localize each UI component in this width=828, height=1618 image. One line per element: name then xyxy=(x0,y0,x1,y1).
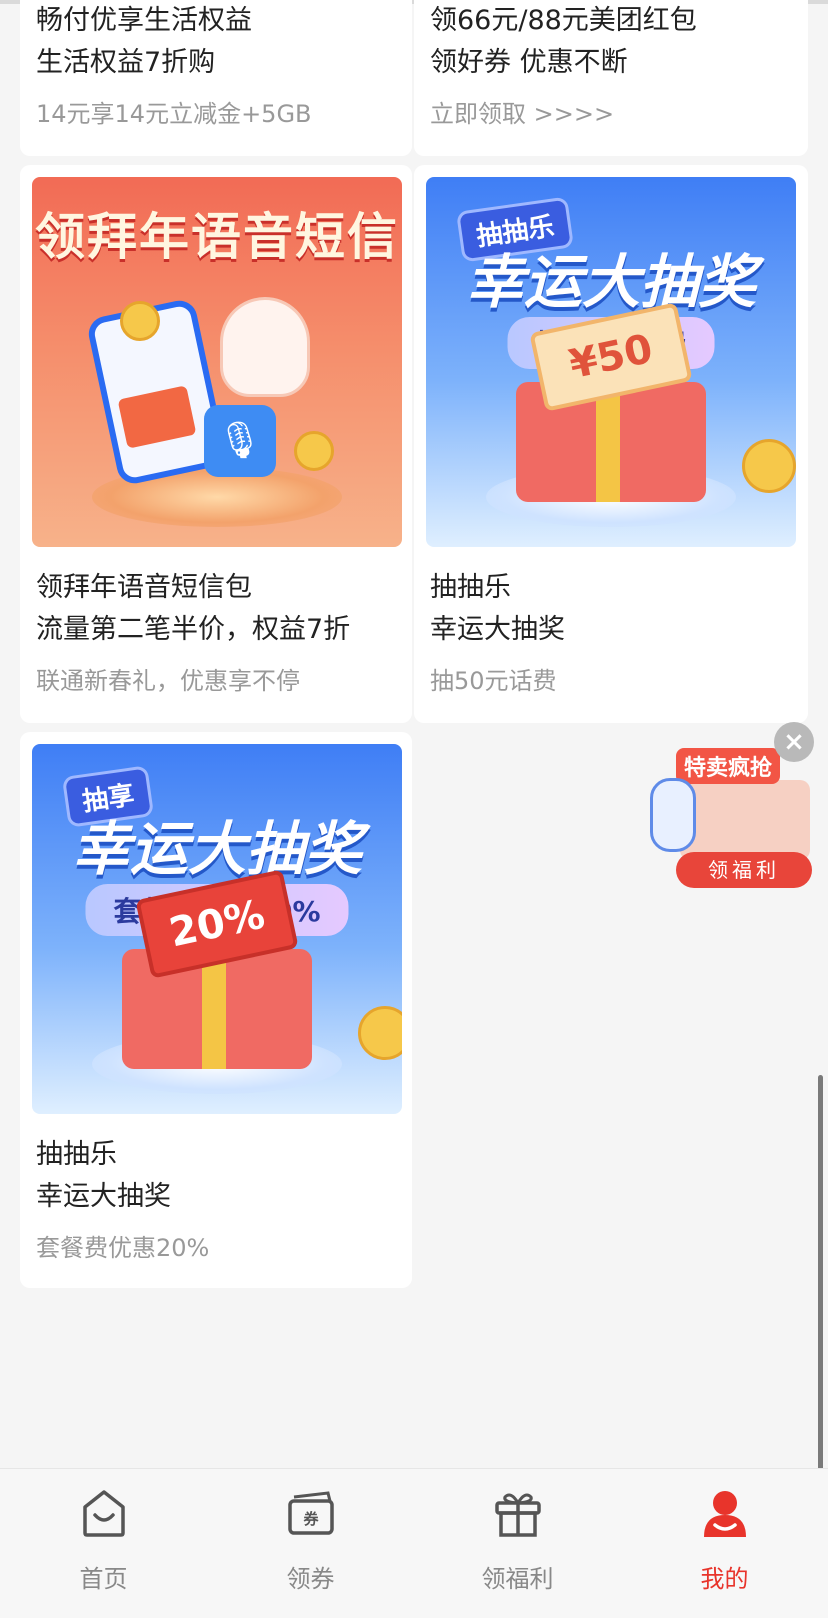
claim-benefit-button[interactable]: 领福利 xyxy=(676,852,812,888)
banner-headline: 幸运大抽奖 xyxy=(465,248,756,316)
tab-label: 我的 xyxy=(700,1565,749,1593)
promo-box-illustration xyxy=(680,780,810,860)
tab-home[interactable]: 首页 xyxy=(0,1487,207,1597)
tab-benefits[interactable]: 领福利 xyxy=(414,1487,621,1597)
benefit-card-meituan[interactable]: 领66元/88元美团红包 领好券 优惠不断 立即领取 >>>> xyxy=(414,0,808,156)
user-icon xyxy=(703,1491,746,1537)
tab-coupons[interactable]: 券 领券 xyxy=(207,1487,414,1597)
coupon-icon: 券 xyxy=(287,1491,334,1535)
floating-promo-ad[interactable]: 特卖疯抢 领福利 xyxy=(650,738,820,898)
card-subtitle: 领好券 优惠不断 xyxy=(430,47,628,78)
banner-image: 抽抽乐 幸运大抽奖 抽50元话费 ¥50 xyxy=(426,177,796,547)
banner-headline: 幸运大抽奖 xyxy=(71,815,362,883)
card-subtitle: 流量第二笔半价，权益7折 xyxy=(36,614,351,645)
card-subtitle: 幸运大抽奖 xyxy=(36,1181,171,1212)
coin-icon xyxy=(358,1006,402,1060)
microphone-icon: 🎙 xyxy=(204,405,276,477)
card-title: 领拜年语音短信包 xyxy=(36,572,252,603)
card-title: 领66元/88元美团红包 xyxy=(430,5,697,36)
tab-label: 领福利 xyxy=(481,1565,554,1593)
card-desc: 抽50元话费 xyxy=(430,667,557,695)
tab-label: 领券 xyxy=(286,1565,335,1593)
card-subtitle: 生活权益7折购 xyxy=(36,47,216,78)
card-desc: 联通新春礼，优惠享不停 xyxy=(36,667,300,695)
robot-mascot-icon xyxy=(650,778,696,852)
svg-text:券: 券 xyxy=(303,1510,319,1528)
card-subtitle: 幸运大抽奖 xyxy=(430,614,565,645)
banner-image: 抽享 幸运大抽奖 套餐费优惠20% 20% xyxy=(32,744,402,1114)
lottery-card-package-discount[interactable]: 抽享 幸运大抽奖 套餐费优惠20% 20% 抽抽乐 幸运大抽奖 套餐费优惠20% xyxy=(20,732,412,1288)
bottom-tab-bar: 首页 券 领券 领福利 我的 xyxy=(0,1468,828,1618)
close-icon[interactable]: × xyxy=(774,722,814,762)
home-icon xyxy=(82,1490,125,1537)
card-desc: 立即领取 >>>> xyxy=(430,100,615,128)
banner-image: 领拜年语音短信 🎙 xyxy=(32,177,402,547)
coin-icon xyxy=(120,301,160,341)
card-title: 畅付优享生活权益 xyxy=(36,5,252,36)
promo-label: 特卖疯抢 xyxy=(676,748,781,784)
lottery-card-phone-credit[interactable]: 抽抽乐 幸运大抽奖 抽50元话费 ¥50 抽抽乐 幸运大抽奖 抽50元话费 xyxy=(414,165,808,723)
mascot-illustration xyxy=(220,297,310,397)
card-title: 抽抽乐 xyxy=(430,572,511,603)
card-title: 抽抽乐 xyxy=(36,1139,117,1170)
tab-label: 首页 xyxy=(79,1565,128,1593)
coin-icon xyxy=(742,439,796,493)
coin-icon xyxy=(294,431,334,471)
benefit-card-voice-sms[interactable]: 领拜年语音短信 🎙 领拜年语音短信包 流量第二笔半价，权益7折 联通新春礼，优惠… xyxy=(20,165,412,723)
banner-headline: 领拜年语音短信 xyxy=(35,208,399,266)
tab-mine[interactable]: 我的 xyxy=(621,1487,828,1597)
card-desc: 套餐费优惠20% xyxy=(36,1234,210,1262)
gift-icon xyxy=(494,1493,541,1537)
benefit-card-life[interactable]: 畅付优享生活权益 生活权益7折购 14元享14元立减金+5GB xyxy=(20,0,412,156)
card-desc: 14元享14元立减金+5GB xyxy=(36,100,312,128)
